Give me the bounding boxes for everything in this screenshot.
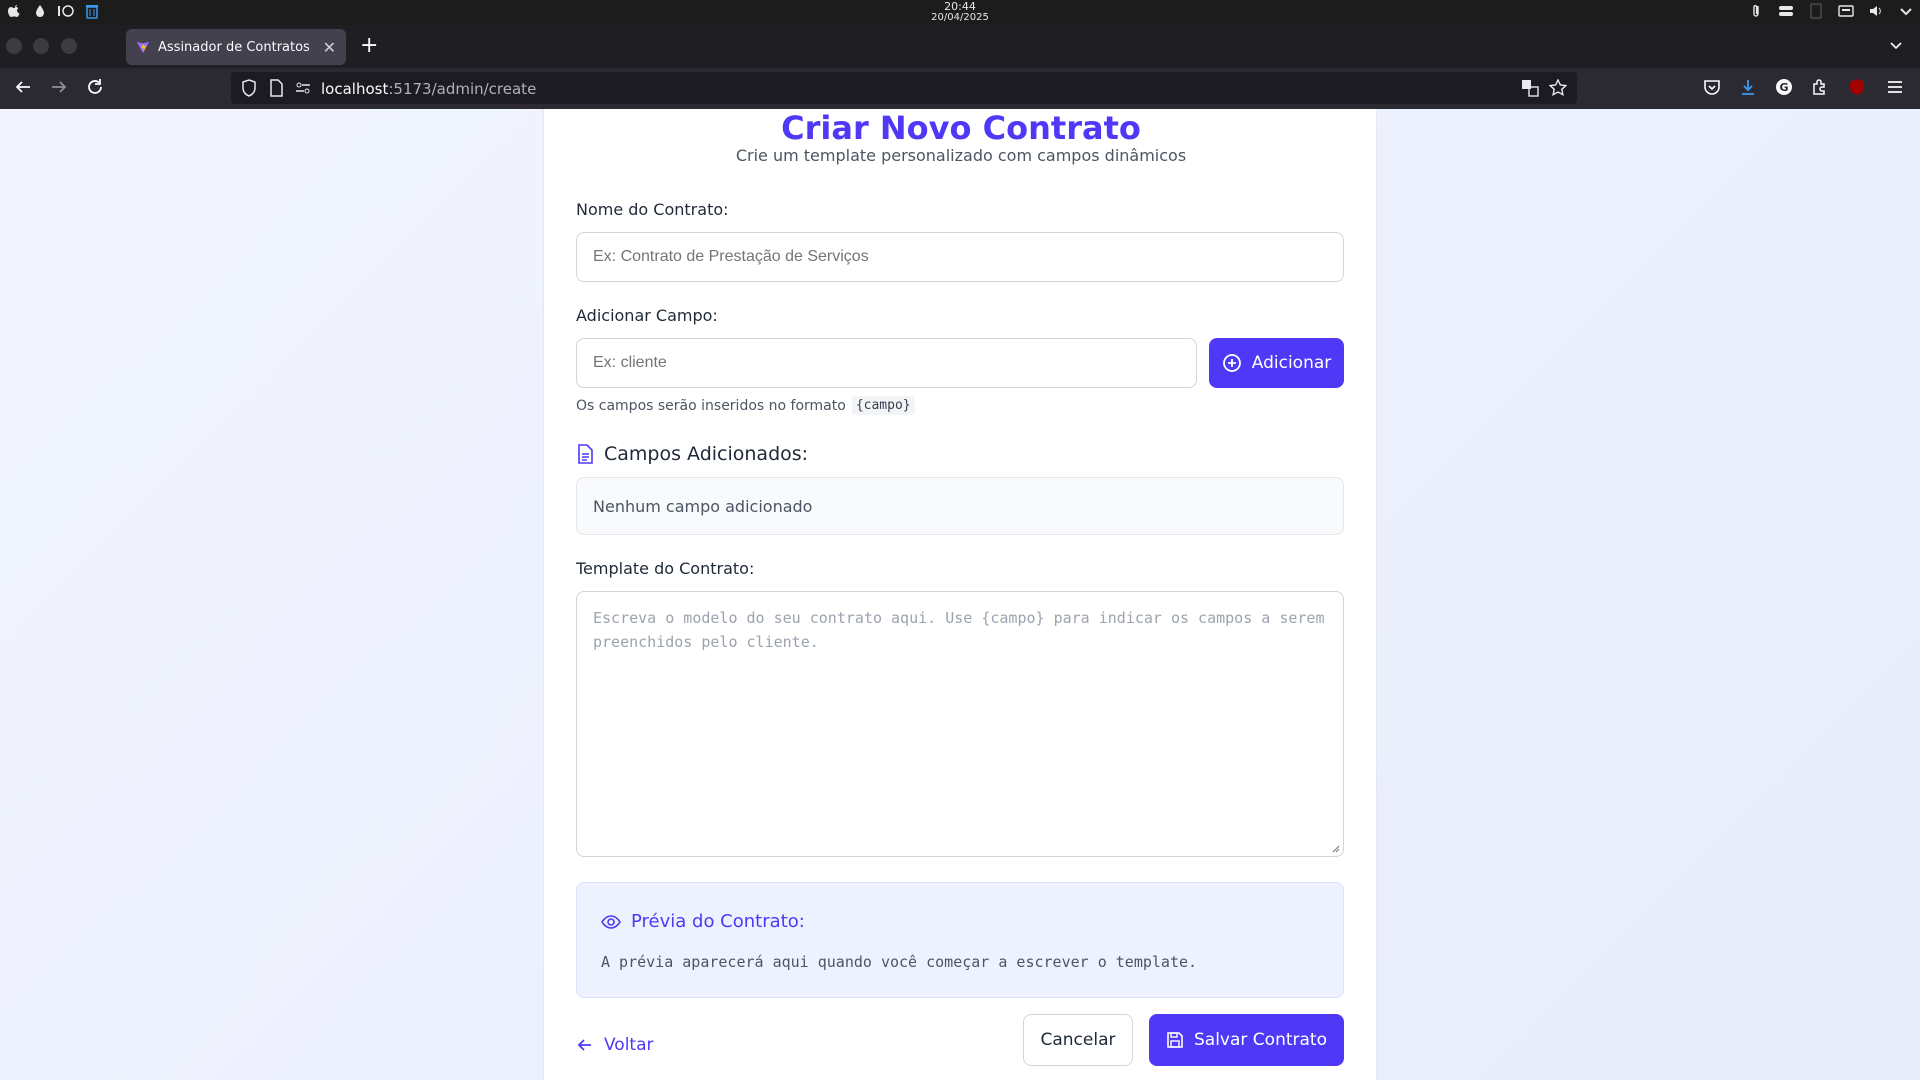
create-contract-card: Criar Novo Contrato Crie um template per… [543,109,1377,1080]
vite-favicon-icon [136,41,150,54]
clock-date: 20/04/2025 [931,12,989,23]
keyboard-icon[interactable] [1838,3,1854,19]
save-disk-icon [1167,1032,1183,1048]
page-icon[interactable] [269,79,283,97]
add-field-input[interactable] [576,338,1197,388]
window-maximize-button[interactable] [61,38,77,54]
add-field-label: Adicionar Campo: [576,306,718,325]
template-placeholder: Escreva o modelo do seu contrato aqui. U… [593,609,1325,651]
tab-close-icon[interactable]: ✕ [323,38,336,57]
svg-text:G: G [1779,81,1788,94]
template-textarea[interactable]: Escreva o modelo do seu contrato aqui. U… [576,591,1344,857]
browser-tab-active[interactable]: Assinador de Contratos ✕ [126,29,346,65]
template-label: Template do Contrato: [576,559,755,578]
browser-nav-bar: localhost:5173/admin/create G [0,68,1920,109]
contract-name-label: Nome do Contrato: [576,200,729,219]
plus-circle-icon [1222,354,1241,372]
cancel-button[interactable]: Cancelar [1023,1014,1133,1066]
url-host: localhost [321,80,389,98]
contract-name-input[interactable] [576,232,1344,282]
save-contract-button[interactable]: Salvar Contrato [1149,1014,1344,1066]
back-arrow-icon[interactable] [14,78,32,96]
permissions-icon[interactable] [295,79,311,97]
back-link-label: Voltar [604,1035,654,1055]
volume-icon[interactable] [1868,3,1884,19]
url-text[interactable]: localhost:5173/admin/create [321,80,536,98]
field-format-hint: Os campos serão inseridos no formato {ca… [576,396,915,415]
tab-title: Assinador de Contratos [158,39,310,55]
preview-heading: Prévia do Contrato: [601,911,805,932]
added-fields-heading-text: Campos Adicionados: [604,443,809,465]
chevron-down-icon[interactable] [1898,3,1914,19]
window-close-button[interactable] [6,38,22,54]
ublock-icon[interactable] [1848,78,1866,96]
account-g-icon[interactable]: G [1775,78,1793,96]
tab-list-chevron-icon[interactable] [1888,37,1904,53]
extensions-puzzle-icon[interactable] [1811,78,1829,96]
resize-grip-icon[interactable] [1330,843,1340,853]
paperclip-icon[interactable] [1748,3,1764,19]
field-format-hint-text: Os campos serão inseridos no formato [576,397,846,414]
url-path: :5173/admin/create [388,80,537,98]
contract-preview-panel: Prévia do Contrato: A prévia aparecerá a… [576,882,1344,998]
clock[interactable]: 20:44 20/04/2025 [0,0,1920,23]
added-fields-empty-state: Nenhum campo adicionado [576,477,1344,535]
document-icon [578,444,593,464]
forward-arrow-icon[interactable] [50,78,68,96]
added-fields-heading: Campos Adicionados: [576,443,808,465]
page-title: Criar Novo Contrato [781,109,1141,147]
address-bar[interactable]: localhost:5173/admin/create [231,72,1577,104]
add-field-button-label: Adicionar [1251,353,1332,373]
preview-heading-text: Prévia do Contrato: [631,911,805,932]
shield-icon[interactable] [241,79,257,97]
arrow-left-icon [577,1039,591,1051]
toggle-icon[interactable] [1778,3,1794,19]
cancel-button-label: Cancelar [1040,1030,1116,1050]
field-format-code: {campo} [851,396,915,415]
hamburger-menu-icon[interactable] [1886,78,1904,96]
pocket-icon[interactable] [1703,78,1721,96]
os-top-bar: 20:44 20/04/2025 [0,0,1920,25]
browser-tab-strip: Assinador de Contratos ✕ + [0,25,1920,68]
preview-empty-text: A prévia aparecerá aqui quando você come… [601,953,1198,971]
new-tab-button[interactable]: + [360,33,378,58]
eye-icon [601,914,621,929]
translate-icon[interactable] [1521,79,1539,97]
page-subtitle: Crie um template personalizado com campo… [735,146,1187,165]
add-field-button[interactable]: Adicionar [1209,338,1344,388]
page-viewport: Criar Novo Contrato Crie um template per… [0,109,1920,1080]
battery-icon[interactable] [1808,3,1824,19]
bookmark-star-icon[interactable] [1549,79,1567,97]
back-link[interactable]: Voltar [576,1035,654,1055]
save-contract-button-label: Salvar Contrato [1194,1030,1327,1050]
downloads-icon[interactable] [1739,78,1757,96]
clock-time: 20:44 [944,0,976,13]
reload-icon[interactable] [86,78,104,96]
window-minimize-button[interactable] [33,38,49,54]
